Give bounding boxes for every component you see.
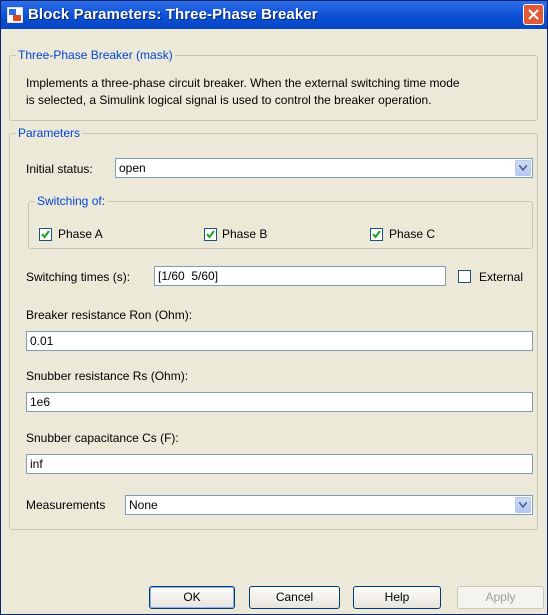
dialog-window: Block Parameters: Three-Phase Breaker Th… [0, 0, 548, 615]
cs-input[interactable] [27, 455, 532, 473]
switching-times-label: Switching times (s): [26, 270, 131, 284]
close-icon [528, 9, 539, 20]
cancel-button[interactable]: Cancel [249, 586, 340, 609]
switching-times-input[interactable] [155, 267, 445, 285]
help-button[interactable]: Help [353, 586, 441, 609]
switching-legend: Switching of: [35, 194, 108, 208]
mask-legend: Three-Phase Breaker (mask) [16, 48, 175, 62]
ok-button[interactable]: OK [149, 586, 235, 609]
switching-times-field[interactable] [154, 266, 446, 286]
measurements-value: None [129, 498, 158, 512]
initial-status-label: Initial status: [26, 162, 93, 176]
window-title: Block Parameters: Three-Phase Breaker [28, 6, 318, 23]
initial-status-value: open [119, 161, 146, 175]
initial-status-select[interactable]: open [115, 158, 533, 178]
external-checkbox[interactable] [458, 270, 471, 283]
chevron-down-icon[interactable] [515, 160, 531, 176]
cs-field[interactable] [26, 454, 533, 474]
chevron-down-icon[interactable] [515, 497, 531, 513]
rs-input[interactable] [27, 393, 532, 411]
measurements-select[interactable]: None [125, 495, 533, 515]
phase-c-label[interactable]: Phase C [389, 227, 435, 241]
ron-label: Breaker resistance Ron (Ohm): [26, 308, 193, 322]
close-button[interactable] [523, 4, 544, 25]
parameters-legend: Parameters [16, 126, 83, 140]
measurements-label: Measurements [26, 498, 106, 512]
ron-input[interactable] [27, 332, 532, 350]
ron-field[interactable] [26, 331, 533, 351]
switching-group: Switching of: [28, 194, 533, 249]
phase-a-label[interactable]: Phase A [58, 227, 103, 241]
cs-label: Snubber capacitance Cs (F): [26, 431, 179, 445]
external-label[interactable]: External [479, 270, 523, 284]
phase-c-checkbox[interactable] [370, 228, 383, 241]
rs-label: Snubber resistance Rs (Ohm): [26, 369, 189, 383]
block-icon [6, 6, 24, 24]
mask-description-line1: Implements a three-phase circuit breaker… [26, 76, 460, 90]
phase-b-checkbox[interactable] [204, 228, 217, 241]
rs-field[interactable] [26, 392, 533, 412]
apply-button[interactable]: Apply [457, 586, 544, 609]
checkmark-icon [41, 230, 50, 239]
phase-a-checkbox[interactable] [39, 228, 52, 241]
mask-description-line2: is selected, a Simulink logical signal i… [26, 93, 432, 107]
phase-b-label[interactable]: Phase B [222, 227, 267, 241]
checkmark-icon [372, 230, 381, 239]
title-bar[interactable]: Block Parameters: Three-Phase Breaker [1, 1, 547, 29]
checkmark-icon [206, 230, 215, 239]
